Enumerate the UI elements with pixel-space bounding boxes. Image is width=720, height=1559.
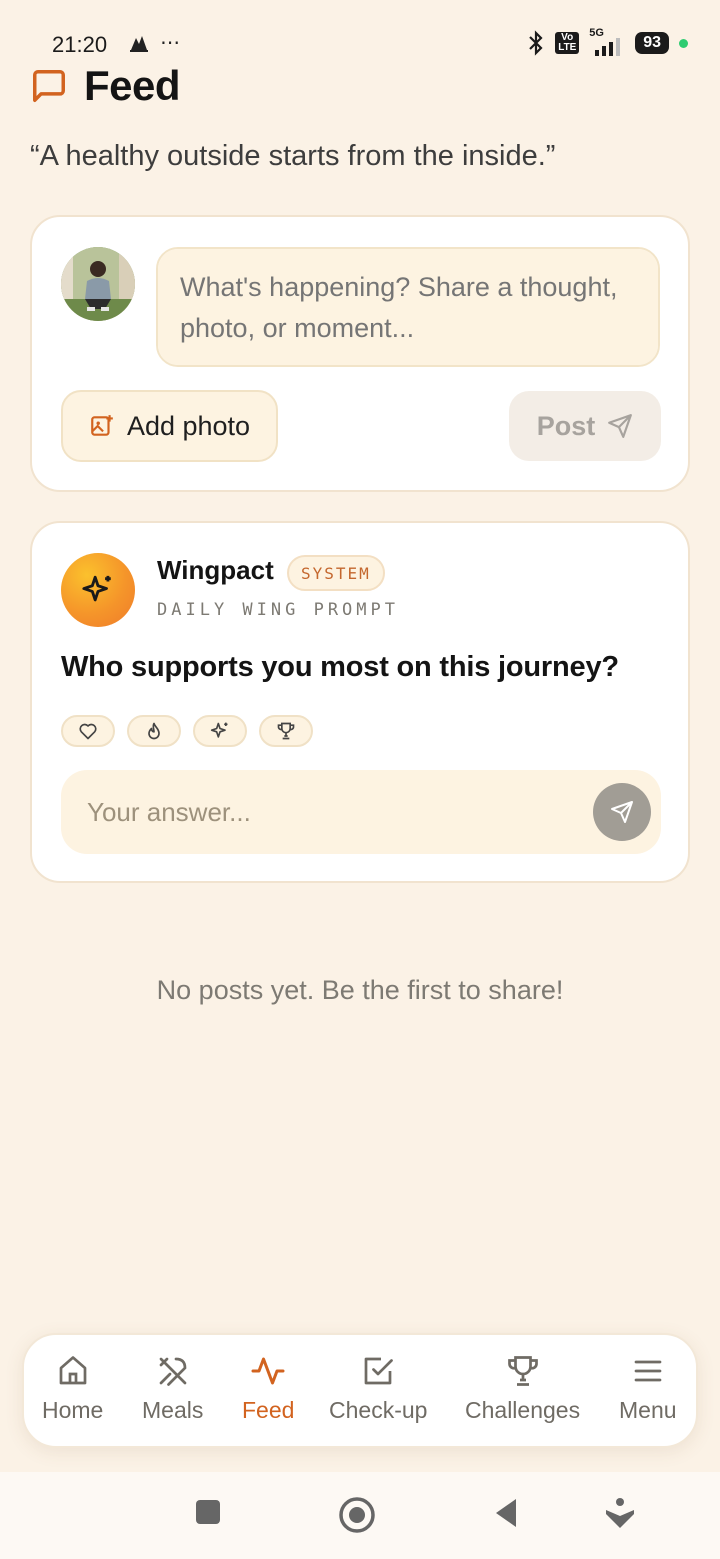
notification-icon [130, 35, 148, 52]
reaction-trophy[interactable] [259, 715, 313, 747]
reaction-bar [61, 715, 313, 747]
nav-label-check-up: Check-up [329, 1397, 428, 1423]
post-button[interactable]: Post [509, 391, 661, 461]
home-circle-icon[interactable] [338, 1496, 376, 1534]
heart-icon [79, 723, 97, 740]
nav-item-check-up[interactable]: Check-up [329, 1353, 427, 1424]
nav-label-home: Home [42, 1397, 104, 1423]
more-notifications-icon: ⋯ [160, 32, 180, 54]
composer-card: Add photo Post [30, 215, 690, 492]
privacy-dot [679, 38, 688, 48]
assistant-icon[interactable] [603, 1496, 637, 1530]
page-header: Feed [30, 62, 181, 110]
system-nav-bar [0, 1472, 720, 1559]
sparkles-icon [82, 575, 111, 602]
activity-icon [251, 1357, 285, 1385]
add-photo-button[interactable]: Add photo [61, 390, 278, 462]
nav-item-meals[interactable]: Meals [142, 1353, 203, 1424]
send-answer-button[interactable] [593, 783, 651, 841]
sparkles-icon [210, 722, 228, 738]
message-square-icon [33, 70, 65, 102]
trophy-icon [277, 722, 295, 740]
nav-label-menu: Menu [619, 1397, 677, 1423]
wingpact-avatar [61, 553, 135, 627]
signal-icon: 5G [589, 27, 625, 56]
answer-input[interactable] [87, 770, 567, 854]
post-composer-input[interactable] [156, 247, 660, 367]
battery-indicator: 93 [635, 32, 669, 54]
prompt-question: Who supports you most on this journey? [61, 651, 619, 683]
reaction-flame[interactable] [127, 715, 181, 747]
nav-item-menu[interactable]: Menu [619, 1353, 677, 1424]
status-time: 21:20 [52, 32, 108, 57]
send-icon [611, 801, 633, 823]
prompt-subtitle: DAILY WING PROMPT [157, 600, 399, 620]
status-left-icons: ⋯ [128, 30, 180, 55]
recents-icon[interactable] [195, 1496, 221, 1530]
home-icon [59, 1356, 87, 1385]
nav-label-feed: Feed [242, 1397, 295, 1423]
post-label: Post [536, 410, 596, 441]
reaction-sparkles[interactable] [193, 715, 247, 747]
status-bar: 21:20 ⋯ Vo LTE 5G 93 [0, 0, 720, 70]
answer-box [61, 770, 661, 854]
add-photo-label: Add photo [126, 410, 251, 441]
send-icon [608, 414, 633, 438]
status-right-icons: Vo LTE 5G 93 [527, 27, 688, 56]
trophy-icon [507, 1356, 538, 1386]
empty-state-message: No posts yet. Be the first to share! [156, 975, 564, 1005]
bottom-nav: Home Meals Feed Check-up Challenges Menu [22, 1333, 698, 1448]
user-avatar[interactable] [61, 247, 135, 321]
flame-icon [148, 722, 160, 740]
utensils-icon [159, 1357, 187, 1386]
nav-label-challenges: Challenges [465, 1397, 581, 1423]
system-badge: SYSTEM [287, 555, 385, 591]
page-title: Feed [84, 62, 181, 109]
daily-prompt-card: Wingpact SYSTEM DAILY WING PROMPT Who su… [30, 521, 690, 883]
nav-item-home[interactable]: Home [42, 1353, 103, 1424]
back-icon[interactable] [492, 1496, 520, 1530]
reaction-heart[interactable] [61, 715, 115, 747]
bluetooth-icon [529, 30, 543, 56]
check-square-icon [364, 1357, 394, 1385]
tagline: “A healthy outside starts from the insid… [30, 140, 556, 172]
prompt-author: Wingpact [157, 555, 274, 585]
volte-icon: Vo LTE [555, 32, 580, 54]
nav-item-feed[interactable]: Feed [242, 1353, 294, 1424]
image-plus-icon [91, 415, 113, 436]
nav-label-meals: Meals [142, 1397, 204, 1423]
menu-icon [634, 1360, 662, 1382]
nav-item-challenges[interactable]: Challenges [465, 1353, 580, 1424]
